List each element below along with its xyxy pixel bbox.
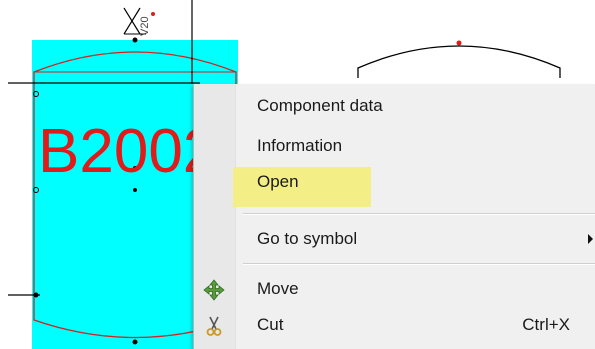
menu-separator xyxy=(243,213,595,215)
tank-right-outline[interactable] xyxy=(357,45,561,78)
connection-point[interactable] xyxy=(132,339,138,345)
connection-point[interactable] xyxy=(132,37,138,43)
menu-item-open[interactable]: Open xyxy=(194,165,595,207)
menu-item-label: Cut xyxy=(257,315,284,334)
scissors-icon xyxy=(206,316,222,336)
menu-separator xyxy=(243,263,595,265)
red-marker xyxy=(151,12,155,16)
menu-item-label: Go to symbol xyxy=(257,229,358,248)
menu-item-component-data[interactable]: Component data xyxy=(194,89,595,125)
highlight-box xyxy=(233,167,371,207)
move-arrows-icon xyxy=(203,279,225,301)
red-marker xyxy=(456,40,462,46)
menu-item-label: Component data xyxy=(257,96,383,115)
menu-item-go-to-symbol[interactable]: Go to symbol xyxy=(194,222,595,258)
menu-item-label: Open xyxy=(257,172,299,191)
connection-point[interactable] xyxy=(33,292,39,298)
context-menu: Component data Information Open Go to sy… xyxy=(193,84,595,349)
menu-item-label: Move xyxy=(257,279,299,298)
tank-label: B2002 xyxy=(38,117,217,186)
menu-item-move[interactable]: Move xyxy=(194,272,595,308)
menu-item-cut[interactable]: Cut Ctrl+X xyxy=(194,308,595,344)
menu-item-information[interactable]: Information xyxy=(194,129,595,165)
valve-annotation: V20 xyxy=(139,16,151,36)
submenu-arrow-icon xyxy=(588,234,593,244)
menu-item-shortcut: Ctrl+X xyxy=(522,315,570,334)
menu-item-label: Information xyxy=(257,136,343,155)
connection-point[interactable] xyxy=(133,188,137,192)
